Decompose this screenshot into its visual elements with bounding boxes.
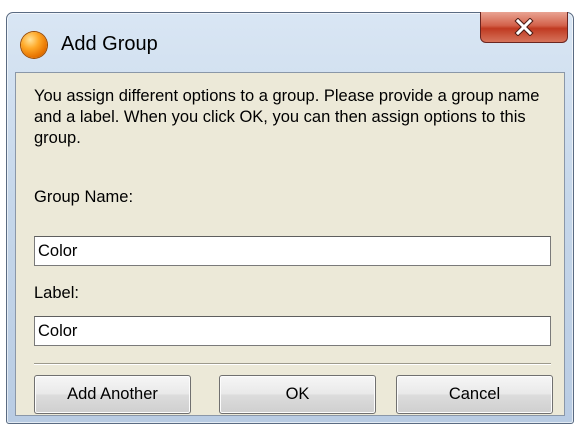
- group-name-label: Group Name:: [34, 188, 134, 206]
- window-title: Add Group: [61, 33, 158, 55]
- group-name-input[interactable]: [34, 236, 551, 266]
- label-field-label: Label:: [34, 284, 79, 302]
- close-button[interactable]: [480, 12, 568, 43]
- close-icon: [514, 18, 534, 36]
- label-input[interactable]: [34, 316, 551, 346]
- add-another-button[interactable]: Add Another: [34, 375, 191, 414]
- cancel-button[interactable]: Cancel: [396, 375, 553, 414]
- title-bar[interactable]: Add Group: [7, 12, 573, 73]
- separator: [34, 363, 551, 365]
- description-text: You assign different options to a group.…: [34, 87, 540, 147]
- ok-button[interactable]: OK: [219, 375, 376, 414]
- add-group-dialog: Add Group You assign different options t…: [6, 12, 574, 424]
- dialog-body: You assign different options to a group.…: [15, 72, 565, 416]
- orange-orb-icon: [21, 32, 47, 58]
